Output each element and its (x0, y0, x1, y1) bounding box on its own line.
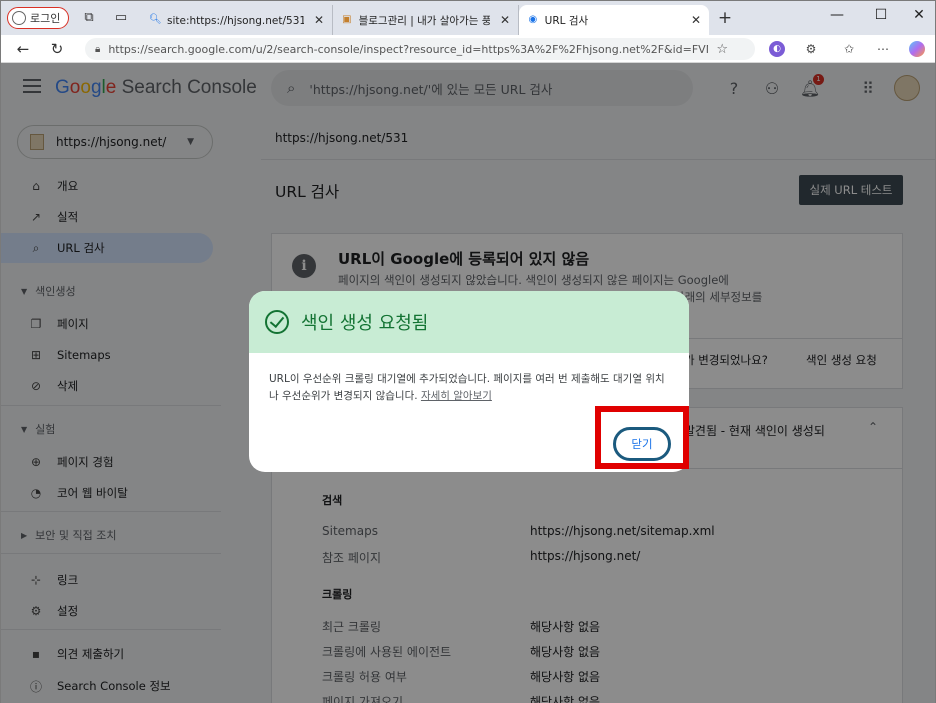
more-menu-icon[interactable]: ⋯ (875, 41, 891, 57)
lock-icon: 🔒︎ (95, 43, 101, 55)
favorite-star-icon[interactable]: ☆ (716, 42, 728, 57)
dialog-header: 색인 생성 요청됨 (249, 291, 689, 353)
new-tab-button[interactable]: + (717, 10, 733, 27)
favorites-icon[interactable]: ✩ (841, 41, 857, 57)
profile-login-button[interactable]: 로그인 (7, 7, 70, 29)
check-circle-icon (265, 310, 289, 334)
search-console-icon: ◉ (528, 14, 538, 25)
highlight-box (595, 406, 689, 469)
reload-icon[interactable]: ↻ (47, 39, 67, 59)
dialog-message: URL이 우선순위 크롤링 대기열에 추가되었습니다. 페이지를 여러 번 제출… (269, 371, 673, 405)
learn-more-link[interactable]: 자세히 알아보기 (421, 390, 492, 402)
browser-window: 로그인 ⧉ ▭ 🔍︎ site:https://hjsong.net/531 -… (0, 0, 936, 703)
url-text: https://search.google.com/u/2/search-con… (108, 42, 708, 56)
maximize-icon[interactable]: ☐ (871, 7, 891, 23)
close-tab-icon[interactable]: ✕ (314, 13, 324, 27)
close-tab-icon[interactable]: ✕ (500, 13, 510, 27)
minimize-icon[interactable]: — (827, 7, 847, 23)
tab-title: URL 검사 (544, 14, 589, 27)
workspaces-icon[interactable]: ⧉ (81, 10, 97, 26)
tab-google-search[interactable]: 🔍︎ site:https://hjsong.net/531 - 검색 ✕ (141, 5, 333, 35)
close-window-icon[interactable]: ✕ (909, 7, 929, 23)
extensions-puzzle-icon[interactable]: ⚙ (803, 41, 819, 57)
vertical-tabs-icon[interactable]: ▭ (113, 10, 129, 26)
login-label: 로그인 (30, 12, 61, 25)
search-icon: 🔍︎ (149, 14, 162, 25)
tab-bar: 로그인 ⧉ ▭ 🔍︎ site:https://hjsong.net/531 -… (1, 1, 935, 35)
back-icon[interactable]: ← (13, 39, 33, 59)
address-bar[interactable]: 🔒︎ https://search.google.com/u/2/search-… (85, 38, 755, 60)
blog-favicon: ▣ (342, 14, 352, 25)
tab-url-inspection[interactable]: ◉ URL 검사 ✕ (519, 5, 709, 35)
profile-icon (12, 11, 26, 25)
copilot-icon[interactable] (909, 41, 925, 57)
tab-title: 블로그관리 | 내가 살아가는 풍경 (358, 14, 490, 27)
address-bar-row: ← ↻ 🔒︎ https://search.google.com/u/2/sea… (1, 35, 935, 63)
tab-title: site:https://hjsong.net/531 - 검색 (167, 14, 304, 27)
close-tab-icon[interactable]: ✕ (691, 13, 701, 27)
dialog-title: 색인 생성 요청됨 (301, 313, 429, 334)
tab-blog-admin[interactable]: ▣ 블로그관리 | 내가 살아가는 풍경 ✕ (333, 5, 519, 35)
extension-icon[interactable]: ◐ (769, 41, 785, 57)
